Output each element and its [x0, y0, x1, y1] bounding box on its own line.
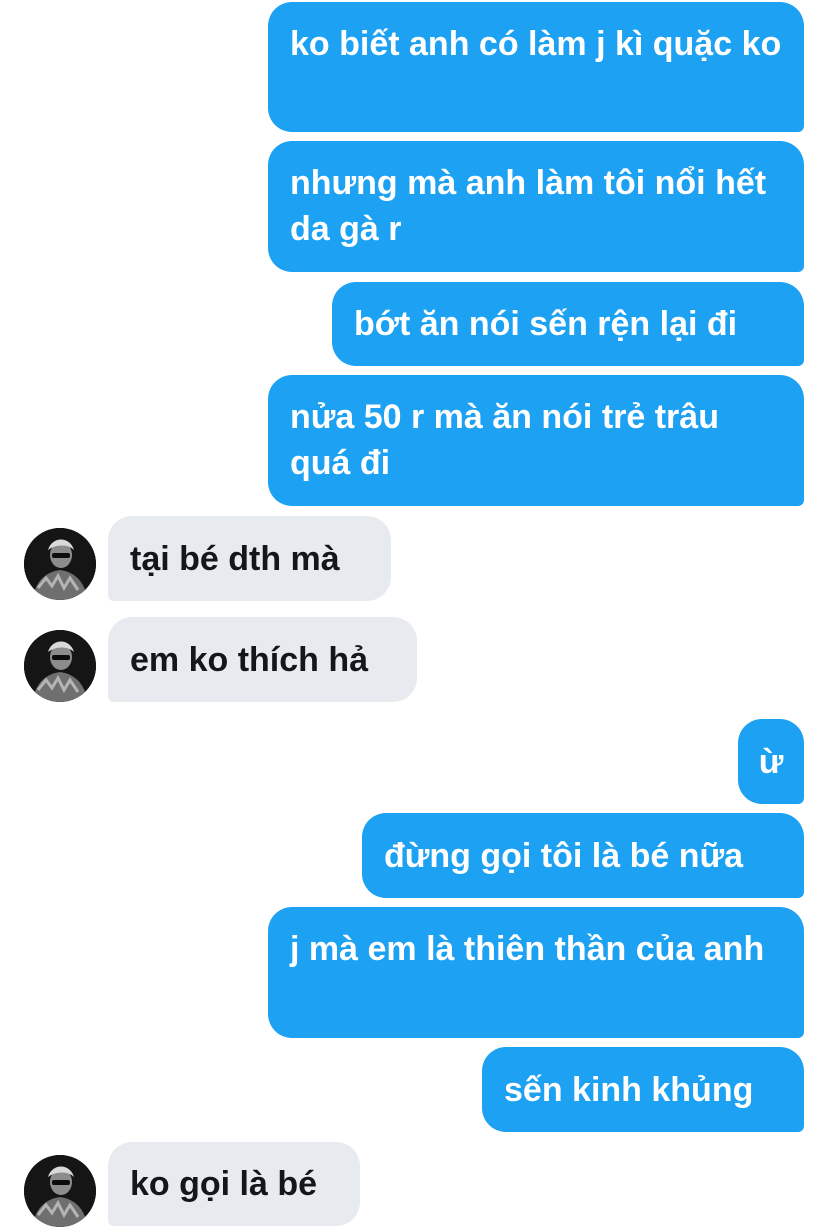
sent-message-bubble[interactable]: ừ: [738, 719, 804, 804]
avatar-photo-icon: [24, 528, 96, 600]
contact-avatar[interactable]: [24, 1155, 96, 1227]
message-text: em ko thích hả: [130, 640, 369, 679]
received-message-bubble[interactable]: tại bé dth mà: [108, 516, 391, 601]
sent-message-bubble[interactable]: nhưng mà anh làm tôi nổi hết da gà r: [268, 141, 804, 272]
avatar-photo-icon: [24, 1155, 96, 1227]
message-text: bớt ăn nói sến rện lại đi: [354, 305, 738, 343]
message-text: ừ: [758, 742, 784, 781]
contact-avatar[interactable]: [24, 630, 96, 702]
received-message-bubble[interactable]: ko gọi là bé: [108, 1142, 360, 1226]
sent-message-bubble[interactable]: ko biết anh có làm j kì quặc ko: [268, 2, 804, 132]
contact-avatar[interactable]: [24, 528, 96, 600]
received-message-bubble[interactable]: em ko thích hả: [108, 617, 417, 702]
avatar-photo-icon: [24, 630, 96, 702]
sent-message-bubble[interactable]: nửa 50 r mà ăn nói trẻ trâu quá đi: [268, 375, 804, 506]
message-text: tại bé dth mà: [130, 539, 340, 578]
message-text: ko gọi là bé: [130, 1165, 318, 1203]
message-text: nửa 50 r mà ăn nói trẻ trâu quá đi: [290, 398, 719, 482]
sent-message-bubble[interactable]: j mà em là thiên thần của anh: [268, 907, 804, 1038]
sent-message-bubble[interactable]: sến kinh khủng: [482, 1047, 804, 1132]
message-text: sến kinh khủng: [504, 1070, 754, 1109]
message-text: nhưng mà anh làm tôi nổi hết da gà r: [290, 164, 767, 248]
message-text: đừng gọi tôi là bé nữa: [384, 836, 744, 875]
message-text: j mà em là thiên thần của anh: [290, 930, 765, 968]
sent-message-bubble[interactable]: bớt ăn nói sến rện lại đi: [332, 282, 804, 366]
sent-message-bubble[interactable]: đừng gọi tôi là bé nữa: [362, 813, 804, 898]
message-text: ko biết anh có làm j kì quặc ko: [290, 25, 782, 63]
